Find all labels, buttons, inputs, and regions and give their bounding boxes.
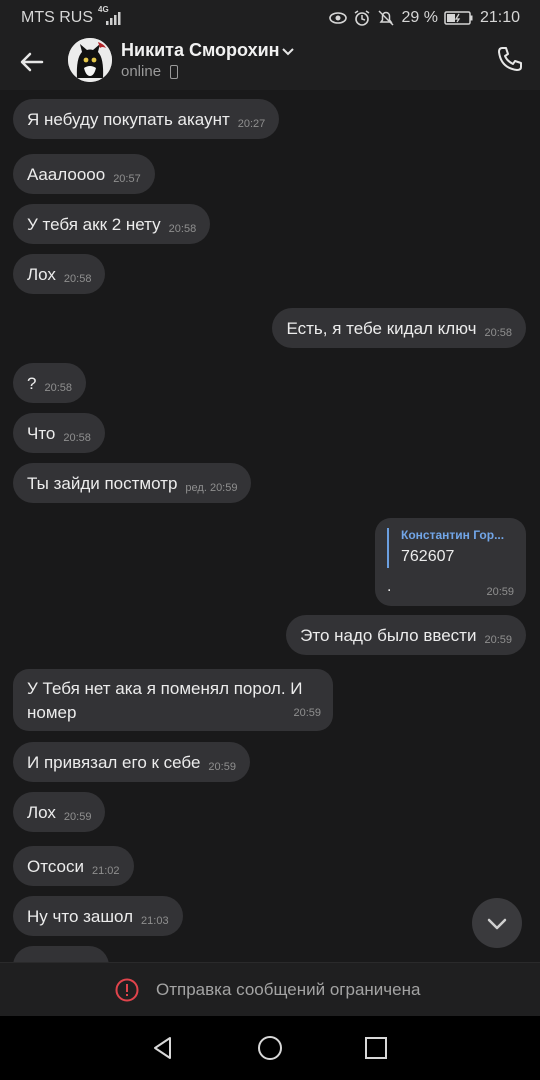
message-text: Есть, я тебе кидал ключ (286, 318, 477, 338)
navigation-bar (0, 1016, 540, 1080)
reply-author: Константин Гор... (401, 528, 505, 542)
message-list[interactable]: Я небуду покупать акаунт 20:27 Аaалоооо 20… (0, 90, 540, 962)
message-text: . (387, 578, 392, 595)
message-text: Ну что зашол (27, 906, 134, 926)
reply-quoted-text: 762607 (401, 548, 455, 565)
message-text: Отсоси (27, 856, 84, 876)
message-time: ред. 20:59 (185, 481, 238, 494)
message-bubble-partial[interactable] (13, 946, 109, 962)
restricted-text: Отправка сообщений ограничена (156, 980, 421, 999)
message-text: Ты зайди постмотр (27, 473, 178, 493)
signal-icon (106, 12, 121, 25)
chevron-down-icon (487, 918, 507, 930)
carrier-name: MTS RUS (21, 9, 93, 26)
message-bubble[interactable]: У Тебя нет ака я поменял порол. И номер 2… (13, 669, 333, 731)
message-bubble[interactable]: И привязал его к себе 20:59 (13, 742, 250, 782)
message-text: ? (27, 373, 37, 393)
message-time: 20:57 (113, 172, 141, 185)
message-time: 20:59 (208, 760, 236, 773)
message-bubble[interactable]: ? 20:58 (13, 363, 86, 403)
message-bubble[interactable]: Я небуду покупать акаунт 20:27 (13, 99, 280, 139)
message-time: 20:58 (484, 326, 512, 339)
message-time: 21:03 (141, 914, 169, 927)
message-bubble[interactable]: Аaалоооо 20:57 (13, 154, 155, 194)
message-bubble[interactable]: Лох 20:59 (13, 792, 106, 832)
contact-name[interactable]: Никита Сморохин (121, 40, 280, 61)
contact-status: online (121, 63, 162, 80)
mute-bell-icon (378, 10, 395, 26)
mobile-device-icon (170, 65, 178, 79)
cat-avatar-icon (68, 38, 112, 82)
message-text: Это надо было ввести (300, 625, 477, 645)
message-text: Аaалоооо (27, 164, 106, 184)
message-time: 20:59 (484, 633, 512, 646)
message-text: Я небуду покупать акаунт (27, 109, 230, 129)
chevron-down-icon[interactable] (281, 44, 295, 58)
message-bubble[interactable]: Ну что зашол 21:03 (13, 896, 183, 936)
message-time: 20:59 (486, 586, 514, 598)
reply-quote[interactable]: Константин Гор... 762607 (387, 528, 513, 568)
message-time: 20:58 (63, 431, 91, 444)
avatar[interactable] (68, 38, 112, 82)
message-text: И привязал его к себе (27, 752, 201, 772)
message-time: 20:27 (237, 117, 266, 130)
message-text: Что (27, 423, 56, 443)
warning-icon (115, 978, 139, 1002)
message-time: 20:59 (63, 810, 92, 823)
status-bar: MTS RUS 4G 29 % 21:10 (0, 0, 540, 36)
scroll-down-button[interactable] (472, 898, 522, 948)
message-bubble[interactable]: Отсоси 21:02 (13, 846, 134, 886)
message-time: 21:02 (91, 864, 120, 877)
message-bubble[interactable]: Ты зайди постмотр ред. 20:59 (13, 463, 252, 503)
message-bubble[interactable]: У тебя акк 2 нету 20:58 (13, 204, 211, 244)
message-bubble[interactable]: Лох 20:58 (13, 254, 106, 294)
message-bubble-outgoing[interactable]: Это надо было ввести 20:59 (286, 615, 526, 655)
message-bubble-outgoing[interactable]: Есть, я тебе кидал ключ 20:58 (272, 308, 526, 348)
clock: 21:10 (479, 9, 520, 26)
message-time: 20:58 (63, 272, 92, 285)
message-bubble[interactable]: Что 20:58 (13, 413, 105, 453)
message-text: Лох (27, 264, 56, 284)
back-arrow-icon[interactable] (16, 46, 48, 78)
reply-message-bubble[interactable]: Константин Гор... 762607 . 20:59 (375, 518, 526, 606)
message-text: Лох (27, 802, 56, 822)
recents-square-icon[interactable] (362, 1034, 390, 1062)
message-text: У Тебя нет ака я поменял порол. И номер (27, 679, 303, 722)
eye-icon (329, 12, 348, 24)
messaging-restricted-bar: Отправка сообщений ограничена (0, 962, 540, 1016)
message-time: 20:58 (168, 222, 197, 235)
phone-call-icon[interactable] (496, 45, 524, 73)
chat-header: Никита Сморохин online (0, 36, 540, 90)
alarm-icon (355, 10, 370, 26)
home-circle-icon[interactable] (256, 1034, 284, 1062)
back-triangle-icon[interactable] (149, 1034, 177, 1062)
message-time: 20:59 (293, 707, 321, 719)
battery-percent: 29 % (401, 9, 438, 26)
message-text: У тебя акк 2 нету (27, 214, 161, 234)
battery-icon (444, 11, 473, 25)
message-time: 20:58 (44, 381, 72, 394)
